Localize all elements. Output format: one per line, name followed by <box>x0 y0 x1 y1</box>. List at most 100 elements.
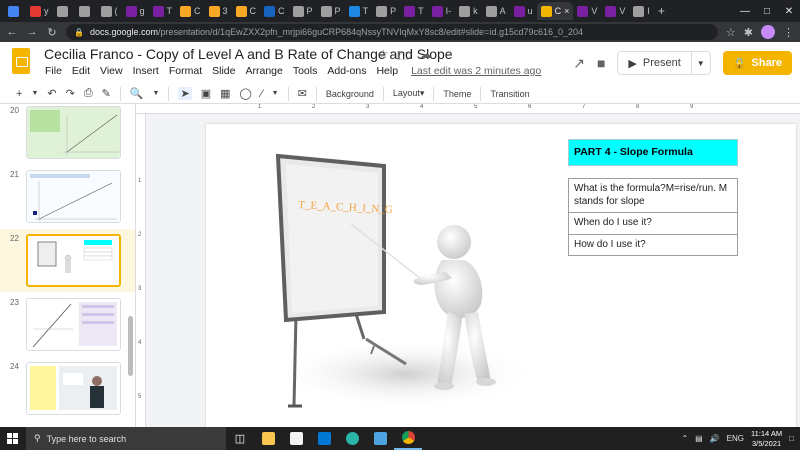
last-edit-link[interactable]: Last edit was 2 minutes ago <box>411 65 541 77</box>
table-row[interactable]: What is the formula?M=rise/run. M stands… <box>569 179 737 213</box>
back-icon[interactable]: ← <box>6 26 18 38</box>
filmstrip-scrollbar[interactable] <box>128 316 133 376</box>
paint-format-icon[interactable]: ✎ <box>102 87 111 100</box>
shape-icon[interactable]: ◯ <box>240 87 252 100</box>
menu-help[interactable]: Help <box>371 65 403 77</box>
browser-tab[interactable]: T <box>345 2 373 20</box>
new-slide-dropdown-icon[interactable]: ▼ <box>31 90 38 97</box>
question-table[interactable]: What is the formula?M=rise/run. M stands… <box>568 178 738 256</box>
menu-arrange[interactable]: Arrange <box>240 65 287 77</box>
slide-thumbnail-24[interactable] <box>26 362 121 415</box>
browser-tab[interactable]: I- <box>428 2 456 20</box>
edge-icon[interactable] <box>338 427 366 450</box>
slides-logo-icon[interactable] <box>12 48 30 74</box>
browser-tab[interactable]: C <box>176 2 205 20</box>
horizontal-ruler[interactable]: 1 2 3 4 5 6 7 8 9 <box>136 104 800 114</box>
browser-tab[interactable]: A <box>482 2 510 20</box>
vertical-ruler[interactable]: 1 2 3 4 5 <box>136 114 146 427</box>
mail-icon[interactable] <box>310 427 338 450</box>
notifications-icon[interactable]: □ <box>789 434 794 443</box>
language-indicator[interactable]: ENG <box>727 434 744 443</box>
browser-tab[interactable]: V <box>601 2 629 20</box>
slide-thumbnail-23[interactable] <box>26 298 121 351</box>
activity-trend-icon[interactable]: ↗ <box>573 55 585 72</box>
browser-tab[interactable]: P <box>317 2 345 20</box>
undo-icon[interactable]: ↶ <box>47 87 56 100</box>
current-slide[interactable]: T_E_A_C_H_I_N_G PART 4 - Slope Formula W… <box>206 124 796 427</box>
menu-file[interactable]: File <box>40 65 67 77</box>
browser-menu-icon[interactable]: ⋮ <box>783 26 794 39</box>
browser-tab[interactable]: C <box>232 2 261 20</box>
layout-button[interactable]: Layout▾ <box>393 88 425 99</box>
comments-icon[interactable]: ■ <box>597 55 605 71</box>
close-window-icon[interactable]: ✕ <box>778 6 800 17</box>
task-view-icon[interactable]: ◫ <box>226 427 254 450</box>
minimize-icon[interactable]: — <box>734 6 756 17</box>
maximize-icon[interactable]: □ <box>756 6 778 17</box>
browser-tab[interactable]: I <box>629 2 654 20</box>
browser-tab[interactable]: 3 <box>205 2 232 20</box>
extensions-icon[interactable]: ✱ <box>744 26 753 39</box>
slide-thumbnail-21[interactable] <box>26 170 121 223</box>
close-tab-icon[interactable]: × <box>564 6 569 16</box>
tray-overflow-icon[interactable]: ⌃ <box>681 434 688 443</box>
zoom-dropdown-icon[interactable]: ▼ <box>153 90 160 97</box>
menu-slide[interactable]: Slide <box>207 65 240 77</box>
profile-avatar[interactable] <box>761 25 775 39</box>
browser-tab[interactable] <box>53 2 75 20</box>
browser-tab[interactable] <box>4 2 26 20</box>
teaching-illustration[interactable]: T_E_A_C_H_I_N_G <box>206 124 546 427</box>
browser-tab[interactable]: k <box>455 2 482 20</box>
present-dropdown-icon[interactable]: ▼ <box>692 59 710 68</box>
comment-icon[interactable]: ✉ <box>298 87 307 100</box>
print-icon[interactable]: ⎙ <box>84 87 93 100</box>
new-slide-icon[interactable]: + <box>16 88 22 100</box>
part-title-box[interactable]: PART 4 - Slope Formula <box>568 139 738 166</box>
theme-button[interactable]: Theme <box>443 89 471 99</box>
chrome-icon[interactable] <box>394 427 422 450</box>
line-dropdown-icon[interactable]: ▼ <box>272 90 279 97</box>
table-row[interactable]: When do I use it? <box>569 213 737 235</box>
menu-insert[interactable]: Insert <box>128 65 164 77</box>
volume-icon[interactable]: 🔊 <box>710 434 720 443</box>
reload-icon[interactable]: ↻ <box>46 26 58 39</box>
browser-tab[interactable]: g <box>122 2 149 20</box>
clock[interactable]: 11:14 AM 3/5/2021 <box>751 429 782 449</box>
line-icon[interactable]: ∕ <box>261 88 263 100</box>
forward-icon[interactable]: → <box>26 26 38 38</box>
new-tab-button[interactable]: + <box>654 4 669 18</box>
share-button[interactable]: 🔒 Share <box>722 51 792 75</box>
photos-icon[interactable] <box>366 427 394 450</box>
browser-tab[interactable]: ( <box>97 2 122 20</box>
browser-tab[interactable]: T <box>149 2 177 20</box>
zoom-icon[interactable]: 🔍 <box>130 87 144 100</box>
browser-tab[interactable]: P <box>289 2 317 20</box>
menu-format[interactable]: Format <box>164 65 207 77</box>
menu-tools[interactable]: Tools <box>288 65 323 77</box>
present-button[interactable]: ▶ Present ▼ <box>617 51 711 75</box>
bookmark-star-icon[interactable]: ☆ <box>726 26 736 39</box>
menu-addons[interactable]: Add-ons <box>322 65 371 77</box>
browser-tab[interactable]: u <box>510 2 537 20</box>
transition-button[interactable]: Transition <box>490 89 529 99</box>
browser-tab[interactable]: T <box>400 2 428 20</box>
menu-edit[interactable]: Edit <box>67 65 95 77</box>
taskbar-search-input[interactable]: ⚲ Type here to search <box>26 427 226 450</box>
slide-thumbnail-20[interactable] <box>26 106 121 159</box>
browser-tab[interactable]: V <box>573 2 601 20</box>
windows-start-icon[interactable] <box>0 427 26 450</box>
store-icon[interactable] <box>282 427 310 450</box>
file-explorer-icon[interactable] <box>254 427 282 450</box>
table-row[interactable]: How do I use it? <box>569 235 737 256</box>
browser-tab[interactable]: C <box>260 2 289 20</box>
browser-tab[interactable]: P <box>372 2 400 20</box>
text-box-icon[interactable]: ▣ <box>201 87 211 100</box>
browser-tab[interactable]: y <box>26 2 53 20</box>
url-input[interactable]: 🔒 docs.google.com/presentation/d/1qEwZXX… <box>66 24 718 40</box>
background-button[interactable]: Background <box>326 89 374 99</box>
select-tool-icon[interactable]: ➤ <box>178 87 192 100</box>
browser-tab-active[interactable]: C × <box>536 2 574 20</box>
redo-icon[interactable]: ↷ <box>66 87 75 100</box>
slide-thumbnail-22[interactable] <box>26 234 121 287</box>
browser-tab[interactable] <box>75 2 97 20</box>
